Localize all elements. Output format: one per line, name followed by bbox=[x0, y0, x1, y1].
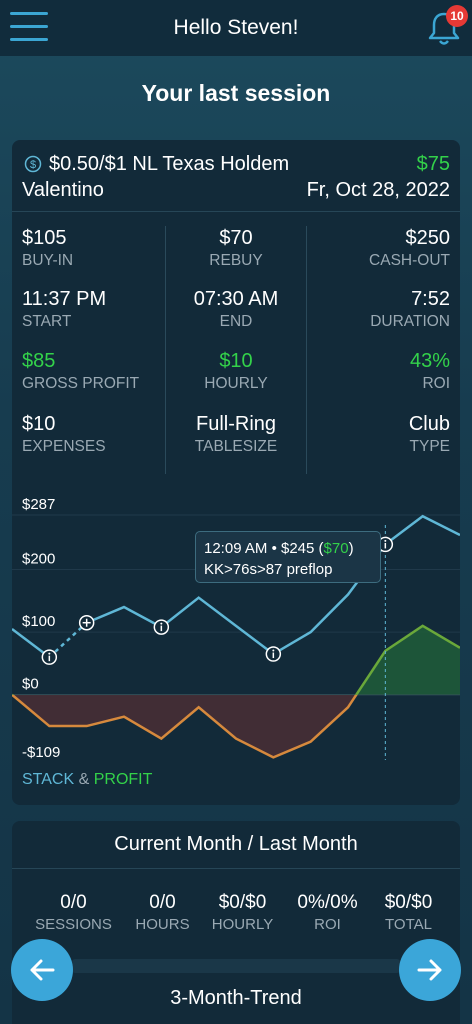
y-tick-label: $0 bbox=[22, 676, 39, 693]
y-tick-label: -$109 bbox=[22, 744, 60, 760]
stat-rebuy: $70 REBUY bbox=[209, 227, 263, 269]
stat-start: 11:37 PM START bbox=[22, 288, 107, 330]
stats-divider bbox=[306, 226, 307, 474]
monthly-card: Current Month / Last Month 0/0 SESSIONS 0… bbox=[12, 821, 460, 1024]
stat-end: 07:30 AM END bbox=[193, 288, 279, 330]
info-glyph bbox=[384, 539, 387, 542]
trend-scroll-track bbox=[72, 959, 400, 973]
stat-buyin: $105 BUY-IN bbox=[22, 227, 74, 269]
monthly-stat-hours: 0/0 HOURS bbox=[135, 892, 190, 933]
legend-stack: STACK bbox=[22, 771, 75, 788]
monthly-stat-roi: 0%/0% ROI bbox=[297, 892, 358, 933]
y-tick-label: $287 bbox=[22, 496, 55, 513]
game-name: $0.50/$1 NL Texas Holdem bbox=[49, 153, 290, 175]
notification-badge: 10 bbox=[446, 5, 468, 27]
session-date: Fr, Oct 28, 2022 bbox=[306, 179, 450, 201]
stat-type: Club TYPE bbox=[408, 413, 450, 455]
dollar-coin-icon: $ bbox=[24, 155, 42, 173]
y-tick-label: $100 bbox=[22, 613, 55, 630]
session-header: $ $0.50/$1 NL Texas Holdem $75 Valentino… bbox=[12, 140, 460, 212]
section-title: Your last session bbox=[141, 80, 331, 106]
tooltip-hand: KK>76s>87 preflop bbox=[204, 561, 333, 578]
tooltip-time: 12:09 AM bbox=[204, 540, 268, 557]
chart-legend: STACK & PROFIT bbox=[22, 771, 152, 789]
info-glyph bbox=[272, 649, 275, 652]
top-bar: Hello Steven! 10 bbox=[0, 0, 472, 56]
last-session-card[interactable]: $ $0.50/$1 NL Texas Holdem $75 Valentino… bbox=[12, 140, 460, 805]
chart-tooltip: 12:09 AM • $245 ($70) KK>76s>87 preflop bbox=[195, 531, 381, 583]
stat-hourly: $10 HOURLY bbox=[204, 350, 268, 392]
y-tick-label: $200 bbox=[22, 550, 55, 567]
stat-expenses: $10 EXPENSES bbox=[22, 413, 106, 455]
arrow-left-icon bbox=[30, 959, 55, 981]
stat-gross-profit: $85 GROSS PROFIT bbox=[22, 350, 140, 392]
monthly-stat-total: $0/$0 TOTAL bbox=[384, 892, 433, 933]
monthly-title: Current Month / Last Month bbox=[12, 821, 460, 869]
header-title: Hello Steven! bbox=[173, 16, 299, 39]
trend-title: 3-Month-Trend bbox=[170, 987, 302, 1009]
tooltip-profit: $70 bbox=[323, 540, 349, 557]
tooltip-stack: $245 bbox=[281, 540, 315, 557]
menu-icon[interactable] bbox=[10, 10, 48, 44]
arrow-right-icon bbox=[417, 959, 442, 981]
info-glyph bbox=[48, 652, 51, 655]
legend-profit: PROFIT bbox=[93, 771, 153, 788]
session-location: Valentino bbox=[22, 179, 104, 201]
monthly-stat-sessions: 0/0 SESSIONS bbox=[35, 892, 112, 933]
info-glyph bbox=[160, 622, 163, 625]
stat-tablesize: Full-Ring TABLESIZE bbox=[194, 413, 278, 455]
monthly-stat-hourly: $0/$0 HOURLY bbox=[211, 892, 274, 933]
previous-button[interactable] bbox=[11, 939, 73, 1001]
stat-roi: 43% ROI bbox=[409, 350, 450, 392]
next-button[interactable] bbox=[399, 939, 461, 1001]
stat-duration: 7:52 DURATION bbox=[370, 288, 450, 330]
legend-separator: & bbox=[78, 771, 90, 788]
session-profit: $75 bbox=[416, 153, 450, 175]
svg-text:$: $ bbox=[30, 159, 36, 171]
stat-cashout: $250 CASH-OUT bbox=[369, 227, 450, 269]
tooltip-separator: • bbox=[271, 540, 277, 557]
